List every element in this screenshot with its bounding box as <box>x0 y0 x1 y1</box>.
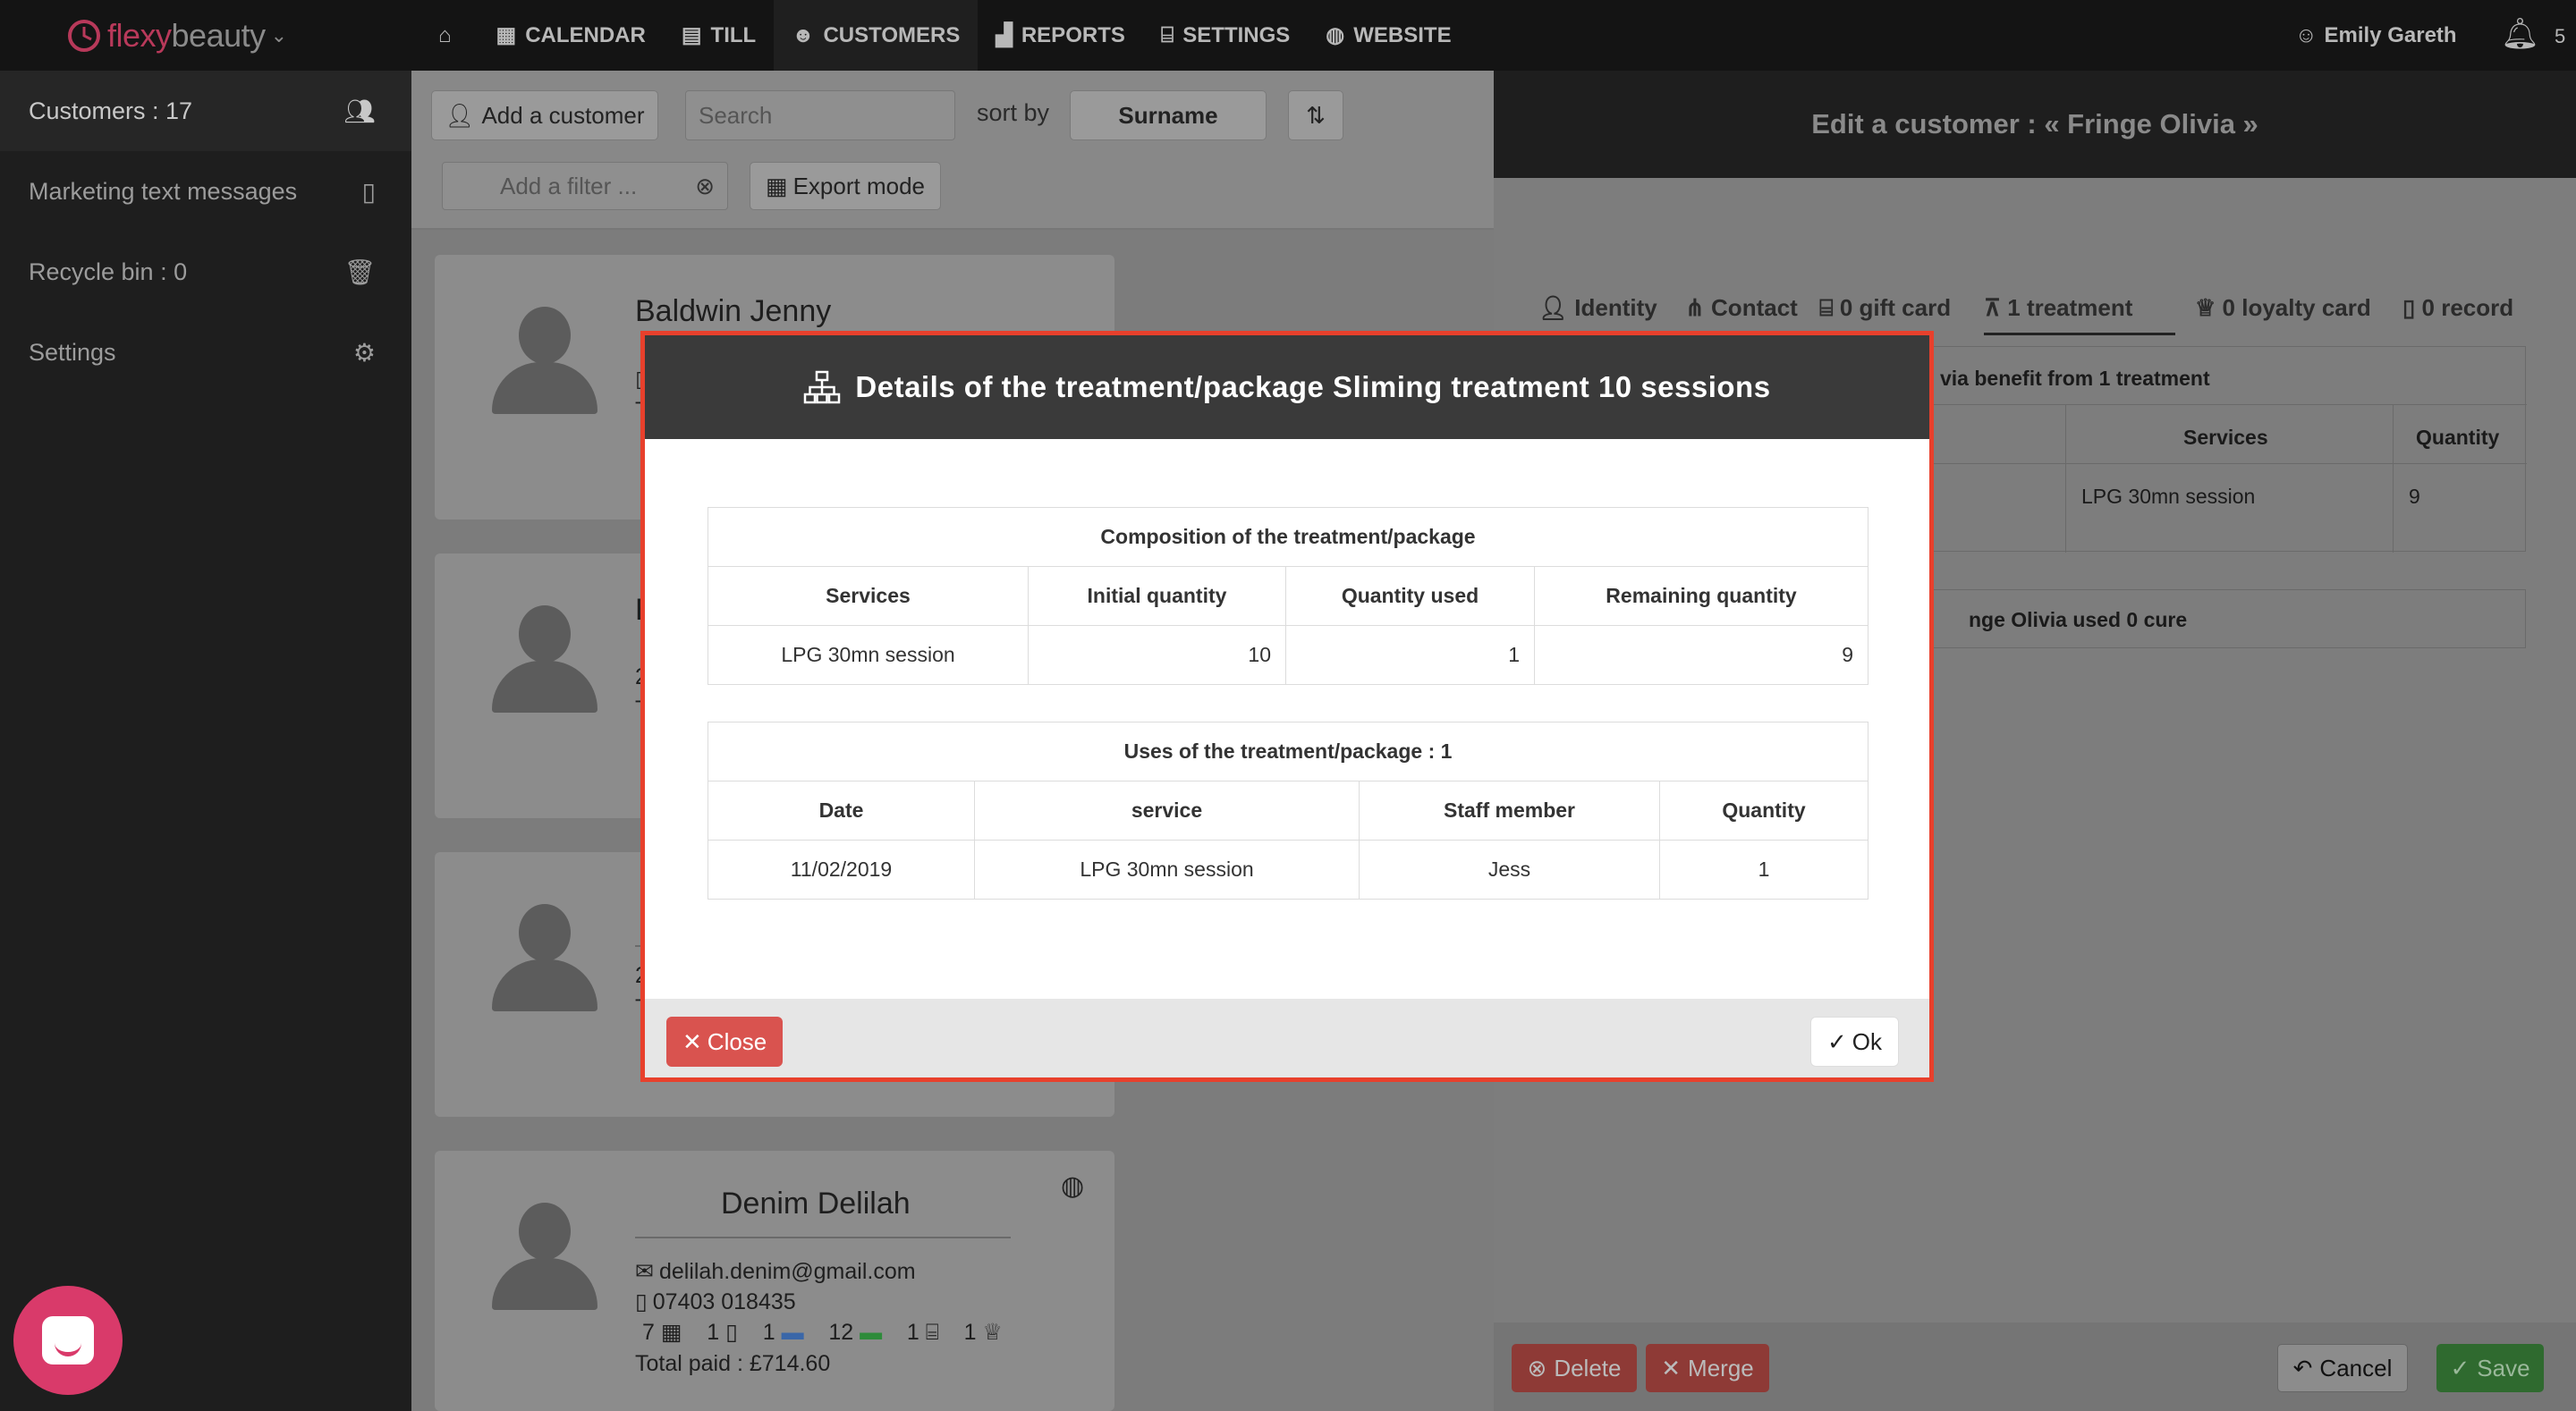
modal-title: Details of the treatment/package Sliming… <box>855 370 1771 403</box>
col-service: service <box>974 781 1360 841</box>
ok-button[interactable]: ✓ Ok <box>1809 1017 1899 1067</box>
cell-quantity: 1 <box>1659 840 1868 900</box>
close-label: Close <box>707 1027 767 1055</box>
col-quantity: Quantity <box>1659 781 1868 841</box>
cell-service: LPG 30mn session <box>974 840 1360 900</box>
table-row: LPG 30mn session 10 1 9 <box>708 625 1868 685</box>
composition-table: Composition of the treatment/package Ser… <box>708 507 1868 685</box>
sitemap-icon <box>804 370 841 404</box>
table-header-row: Date service Staff member Quantity <box>708 781 1868 841</box>
table-row: 11/02/2019 LPG 30mn session Jess 1 <box>708 840 1868 900</box>
cell-service: LPG 30mn session <box>708 625 1029 685</box>
table-caption-row: Composition of the treatment/package <box>708 507 1868 567</box>
cell-quantity-used: 1 <box>1285 625 1535 685</box>
check-icon: ✓ <box>1826 1027 1847 1055</box>
ok-label: Ok <box>1852 1027 1882 1055</box>
cell-date: 11/02/2019 <box>708 840 975 900</box>
uses-caption: Uses of the treatment/package : 1 <box>708 722 1868 782</box>
close-icon: ✕ <box>682 1027 702 1055</box>
col-services: Services <box>708 566 1029 626</box>
col-date: Date <box>708 781 975 841</box>
composition-caption: Composition of the treatment/package <box>708 507 1868 567</box>
close-button[interactable]: ✕ Close <box>666 1017 784 1067</box>
col-quantity-used: Quantity used <box>1285 566 1535 626</box>
table-caption-row: Uses of the treatment/package : 1 <box>708 722 1868 782</box>
col-staff-member: Staff member <box>1359 781 1660 841</box>
cell-remaining-quantity: 9 <box>1534 625 1868 685</box>
modal-footer: ✕ Close ✓ Ok <box>645 999 1929 1077</box>
modal-header: Details of the treatment/package Sliming… <box>645 335 1929 439</box>
treatment-details-modal: Details of the treatment/package Sliming… <box>640 331 1934 1082</box>
col-initial-quantity: Initial quantity <box>1028 566 1286 626</box>
cell-staff-member: Jess <box>1359 840 1660 900</box>
uses-table: Uses of the treatment/package : 1 Date s… <box>708 722 1868 900</box>
cell-initial-quantity: 10 <box>1028 625 1286 685</box>
col-remaining-quantity: Remaining quantity <box>1534 566 1868 626</box>
table-header-row: Services Initial quantity Quantity used … <box>708 566 1868 626</box>
